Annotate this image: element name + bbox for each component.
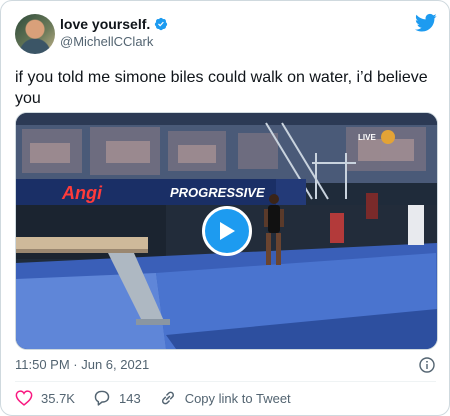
info-icon[interactable] [419,357,435,373]
tweet-card: love yourself. @MichellCClark if you tol… [0,0,450,416]
author-handle[interactable]: @MichellCClark [60,34,153,49]
reply-count: 143 [118,390,141,406]
twitter-bird-icon[interactable] [415,13,437,33]
display-name[interactable]: love yourself. [60,16,150,32]
copy-link-label: Copy link to Tweet [184,390,291,406]
like-count: 35.7K [41,390,75,406]
like-button[interactable]: 35.7K [15,390,75,406]
tweet-timestamp[interactable]: 11:50 PM · Jun 6, 2021 [15,357,149,372]
tweet-video[interactable]: Angi PROGRESSIVE LIVE [15,112,438,350]
live-label: LIVE [358,133,376,142]
play-button[interactable] [201,206,252,256]
reply-button[interactable]: 143 [93,390,141,406]
divider [15,381,436,382]
play-icon [219,222,235,240]
verified-badge-icon [155,17,168,31]
author-name-row[interactable]: love yourself. [60,16,168,32]
action-bar: 35.7K 143 Copy link to Tweet [15,389,309,407]
link-icon [161,391,174,405]
heart-icon [15,390,33,406]
reply-icon [94,390,110,406]
network-logo [381,130,395,144]
banner-angi: Angi [61,183,103,203]
copy-link-button[interactable]: Copy link to Tweet [159,389,291,407]
banner-progressive: PROGRESSIVE [170,185,265,200]
tweet-text: if you told me simone biles could walk o… [15,69,428,107]
avatar[interactable] [15,14,55,54]
